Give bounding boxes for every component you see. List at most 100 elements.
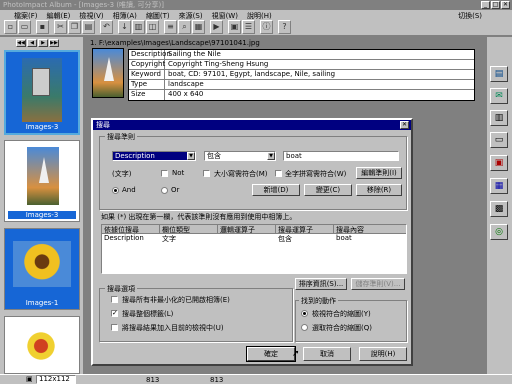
info-row: Keyword boat, CD: 97101, Egypt, landscape… — [129, 70, 474, 80]
option-checkbox-3[interactable] — [111, 324, 118, 331]
help-icon[interactable]: ? — [278, 20, 291, 34]
switch-menu[interactable]: 切換(S) — [458, 11, 482, 21]
operator-select[interactable]: 包含 ▼ — [204, 151, 276, 161]
first-thumbnail-button[interactable]: ◀◀ — [16, 39, 26, 47]
add-criteria-button[interactable]: 新增(D) — [252, 184, 300, 196]
thumbnail-card[interactable] — [4, 316, 80, 374]
thumbnail-image — [22, 58, 62, 122]
last-thumbnail-button[interactable]: ▶▶ — [49, 39, 59, 47]
cut-icon[interactable]: ✂ — [54, 20, 67, 34]
slideshow-icon[interactable]: ▶ — [210, 20, 223, 34]
status-count-2: 813 — [210, 376, 224, 384]
search-value-input[interactable]: boat — [283, 151, 399, 161]
save-icon[interactable]: ▪ — [36, 20, 49, 34]
match-case-checkbox[interactable] — [203, 170, 210, 177]
print-icon[interactable]: ▥ — [132, 20, 145, 34]
menu-edit[interactable]: 編輯(E) — [47, 11, 71, 21]
option-label-3: 將搜尋結果加入目前的檢視中(U) — [122, 324, 224, 332]
menu-help[interactable]: 說明(H) — [247, 11, 272, 21]
window-buttons: _ □ ✕ — [481, 1, 510, 9]
not-checkbox[interactable] — [161, 170, 168, 177]
table-header-cell: 邏輯運算子 — [218, 225, 276, 234]
next-thumbnail-button[interactable]: ▶ — [38, 39, 48, 47]
menu-view[interactable]: 檢視(V) — [79, 11, 103, 21]
calendar-icon[interactable]: ▦ — [490, 178, 508, 194]
action-label-2: 選取符合的縮圖(Q) — [312, 324, 372, 332]
not-label: Not — [172, 169, 185, 177]
option-checkbox-2[interactable]: ✓ — [111, 310, 118, 317]
info-icon[interactable]: ⓘ — [260, 20, 273, 34]
or-radio[interactable] — [161, 187, 168, 194]
maximize-button[interactable]: □ — [491, 1, 500, 9]
menu-window[interactable]: 視窗(W) — [212, 11, 238, 21]
thumbnail-size-select[interactable]: 112x112 — [36, 375, 76, 384]
info-table: Description Sailing the Nile Copyright Cop… — [128, 49, 475, 101]
chevron-down-icon: ▼ — [267, 152, 275, 160]
cancel-button[interactable]: 取消 — [303, 347, 351, 361]
thumbnail-image — [27, 147, 59, 205]
undo-icon[interactable]: ↶ — [100, 20, 113, 34]
thumbnail-card[interactable]: Images-3 — [4, 50, 80, 135]
thumbnail-view-icon[interactable]: ▣ — [228, 20, 241, 34]
save-criteria-button[interactable]: 儲存準則(V)... — [351, 278, 405, 290]
replace-criteria-button[interactable]: 變更(C) — [304, 184, 352, 196]
option-label-2: 搜尋整個標籤(L) — [122, 310, 174, 318]
table-row[interactable]: Description 文字 包含 boat — [102, 234, 406, 243]
table-header-cell: 搜尋運算子 — [276, 225, 334, 234]
copy-icon[interactable]: ❐ — [68, 20, 81, 34]
import-icon[interactable]: ↓ — [118, 20, 131, 34]
convert-icon[interactable]: ▣ — [490, 155, 508, 171]
criteria-table[interactable]: 依據位搜尋 欄位類型 邏輯運算子 搜尋運算子 搜尋內容 Description … — [101, 224, 407, 274]
close-button[interactable]: ✕ — [501, 1, 510, 9]
options-label: 搜尋選項 — [105, 284, 137, 294]
option-checkbox-1[interactable] — [111, 296, 118, 303]
action-radio-1[interactable] — [301, 310, 308, 317]
remove-criteria-button[interactable]: 移除(R) — [356, 184, 402, 196]
whole-word-checkbox[interactable] — [275, 170, 282, 177]
thumbnail-card[interactable]: Images-3 — [4, 140, 80, 222]
match-case-label: 大小寫需符合(M) — [214, 170, 268, 178]
paste-icon[interactable]: ▤ — [82, 20, 95, 34]
action-label-1: 檢視符合的縮圖(Y) — [312, 310, 371, 318]
action-label: 找到的動作 — [299, 296, 338, 306]
view-icon[interactable]: ▦ — [192, 20, 205, 34]
whole-word-label: 全字拼寫需符合(W) — [285, 170, 347, 178]
open-icon[interactable]: ▭ — [18, 20, 31, 34]
minimize-button[interactable]: _ — [481, 1, 490, 9]
new-icon[interactable]: ▫ — [4, 20, 17, 34]
dialog-title: 搜尋 — [96, 121, 110, 129]
help-button[interactable]: 說明(H) — [359, 347, 407, 361]
thumbnail-card[interactable]: Images-1 — [4, 228, 80, 310]
ok-button[interactable]: 確定 — [246, 346, 296, 362]
email-icon[interactable]: ✉ — [490, 88, 508, 104]
sort-icon[interactable]: ≡ — [164, 20, 177, 34]
film-icon[interactable]: ▩ — [490, 201, 508, 217]
edit-criteria-button[interactable]: 編輯準則(I) — [356, 167, 402, 179]
document-icon[interactable]: ▭ — [490, 132, 508, 148]
sort-info-button[interactable]: 排序資訊(S)... — [295, 278, 347, 290]
action-radio-2[interactable] — [301, 324, 308, 331]
thumbnail-label: Images-3 — [8, 211, 76, 219]
cursor-icon: ➚ — [292, 349, 300, 359]
printer-icon[interactable]: ▥ — [490, 110, 508, 126]
scan-icon[interactable]: ◫ — [146, 20, 159, 34]
search-icon[interactable]: ⌕ — [178, 20, 191, 34]
info-row: Type landscape — [129, 80, 474, 90]
field-select[interactable]: Description ▼ — [112, 151, 196, 161]
menu-source[interactable]: 來源(S) — [179, 11, 203, 21]
and-radio[interactable] — [112, 187, 119, 194]
menu-file[interactable]: 檔案(F) — [14, 11, 38, 21]
table-header-cell: 欄位類型 — [160, 225, 218, 234]
criteria-hint: 如果 (*) 出現在第一欄，代表該準則沒有應用到使用中相簿上。 — [101, 213, 297, 221]
info-row: Copyright Copyright Ting-Sheng Hsung — [129, 60, 474, 70]
details-view-icon[interactable]: ☰ — [242, 20, 255, 34]
app-title-bar: PhotoImpact Album - [Images-3 (唯讀, 可分享)]… — [0, 0, 512, 10]
prev-thumbnail-button[interactable]: ◀ — [27, 39, 37, 47]
info-row: Description Sailing the Nile — [129, 50, 474, 60]
table-header-cell: 搜尋內容 — [336, 226, 364, 234]
web-icon[interactable]: ◎ — [490, 224, 508, 240]
menu-album[interactable]: 相簿(A) — [113, 11, 137, 21]
menu-thumbnail[interactable]: 縮圖(T) — [146, 11, 170, 21]
album-tool-icon[interactable]: ▤ — [490, 66, 508, 82]
dialog-close-button[interactable]: ✕ — [400, 121, 409, 129]
